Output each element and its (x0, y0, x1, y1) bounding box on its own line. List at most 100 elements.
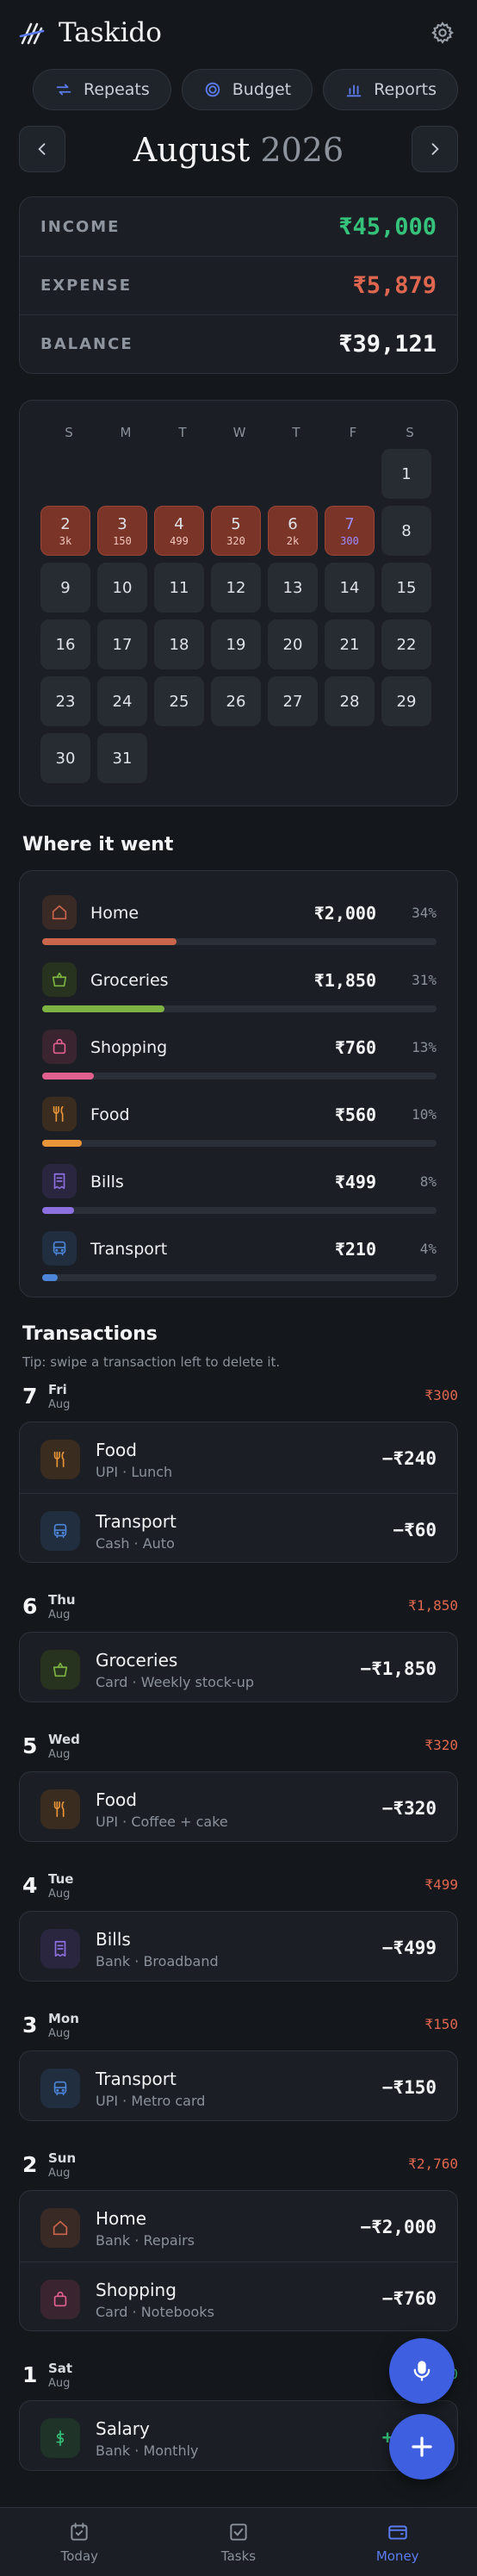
transaction-amount: −₹2,000 (360, 2217, 437, 2237)
day-spend-amount: 150 (113, 534, 132, 547)
calendar-day[interactable]: 20 (268, 619, 318, 669)
nav-money-label: Money (375, 2548, 419, 2564)
calendar-day[interactable]: 27 (268, 676, 318, 726)
calendar-blank (325, 449, 375, 499)
add-transaction-button[interactable] (389, 2414, 455, 2480)
transaction-day-header: 2 Sun Aug ₹2,760 (22, 2150, 458, 2185)
budget-button[interactable]: Budget (181, 69, 313, 110)
category-name: Food (90, 1105, 130, 1124)
nav-today[interactable]: Today (0, 2508, 159, 2576)
calendar-day[interactable]: 31 (97, 733, 147, 783)
calendar-day[interactable]: 19 (211, 619, 261, 669)
day-number: 26 (226, 692, 246, 711)
day-number: 14 (339, 578, 360, 597)
calendar-day[interactable]: 10 (97, 563, 147, 613)
calendar-day[interactable]: 28 (325, 676, 375, 726)
calendar-day[interactable]: 26 (211, 676, 261, 726)
transaction-category: Home (96, 2208, 147, 2229)
calendar-day[interactable]: 22 (381, 619, 431, 669)
calendar-day[interactable]: 14 (325, 563, 375, 613)
day-number: 2 (60, 514, 71, 533)
repeats-button[interactable]: Repeats (32, 69, 171, 110)
weekday-label: W (232, 425, 246, 440)
transaction-row[interactable]: Home Bank · Repairs −₹2,000 (20, 2191, 457, 2262)
calendar-day[interactable]: 25 (154, 676, 204, 726)
category-row[interactable]: Home ₹2,000 34% (42, 893, 437, 954)
transaction-group: Transport UPI · Metro card −₹150 (19, 2050, 458, 2121)
calendar-day[interactable]: 5 320 (211, 506, 261, 556)
category-row[interactable]: Shopping ₹760 13% (42, 1028, 437, 1088)
day-total: ₹300 (424, 1387, 458, 1403)
calendar-day[interactable]: 18 (154, 619, 204, 669)
transaction-row[interactable]: Shopping Card · Notebooks −₹760 (20, 2262, 457, 2332)
category-row[interactable]: Groceries ₹1,850 31% (42, 961, 437, 1021)
day-number: 5 (22, 1733, 38, 1758)
transaction-details: Bank · Broadband (96, 1953, 219, 1969)
category-amount: ₹210 (334, 1239, 376, 1260)
calendar-day[interactable]: 29 (381, 676, 431, 726)
category-bar-track (42, 1207, 437, 1214)
calendar-day[interactable]: 21 (325, 619, 375, 669)
transaction-row[interactable]: Transport Cash · Auto −₹60 (20, 1493, 457, 1564)
calendar-day[interactable]: 3 150 (97, 506, 147, 556)
category-row[interactable]: Food ₹560 10% (42, 1095, 437, 1155)
calendar-day[interactable]: 11 (154, 563, 204, 613)
transaction-day-header: 5 Wed Aug ₹320 (22, 1732, 458, 1766)
transaction-group: Bills Bank · Broadband −₹499 (19, 1911, 458, 1982)
calendar-day[interactable]: 1 (381, 449, 431, 499)
reports-label: Reports (374, 80, 437, 99)
category-percent: 13% (412, 1039, 437, 1055)
category-amount: ₹499 (334, 1172, 376, 1192)
calendar-day[interactable]: 24 (97, 676, 147, 726)
calendar-day[interactable]: 15 (381, 563, 431, 613)
nav-money[interactable]: Money (318, 2508, 477, 2576)
calendar-day[interactable]: 7 300 (325, 506, 375, 556)
day-number: 28 (339, 692, 360, 711)
calendar-day[interactable]: 6 2k (268, 506, 318, 556)
transaction-row[interactable]: Groceries Card · Weekly stock-up −₹1,850 (20, 1633, 457, 1703)
settings-gear-icon[interactable] (431, 21, 455, 45)
budget-icon (205, 82, 220, 97)
category-row[interactable]: Bills ₹499 8% (42, 1162, 437, 1223)
transaction-group: Groceries Card · Weekly stock-up −₹1,850 (19, 1632, 458, 1702)
reports-button[interactable]: Reports (323, 69, 458, 110)
day-number: 30 (55, 749, 76, 768)
checkbox-icon (230, 2523, 247, 2541)
category-bar-fill (42, 1005, 164, 1012)
category-row[interactable]: Transport ₹210 4% (42, 1229, 437, 1290)
day-number: 31 (112, 749, 133, 768)
weekday-header: SMTWTFS (40, 425, 438, 440)
calendar-day[interactable]: 4 499 (154, 506, 204, 556)
transaction-row[interactable]: Bills Bank · Broadband −₹499 (20, 1912, 457, 1982)
day-number: 25 (169, 692, 189, 711)
calendar-day[interactable]: 16 (40, 619, 90, 669)
day-number: 27 (282, 692, 303, 711)
repeats-label: Repeats (83, 80, 150, 99)
transaction-group: Home Bank · Repairs −₹2,000 Shopping Card · … (19, 2190, 458, 2331)
transaction-amount: −₹60 (393, 1520, 437, 1540)
calendar-day[interactable]: 17 (97, 619, 147, 669)
calendar-day[interactable]: 30 (40, 733, 90, 783)
transaction-row[interactable]: Food UPI · Coffee + cake −₹320 (20, 1772, 457, 1843)
income-value: ₹45,000 (338, 213, 437, 240)
rupee-icon (56, 2430, 65, 2447)
next-month-button[interactable] (412, 126, 458, 172)
bus-icon (53, 1523, 67, 1539)
day-number: 7 (344, 514, 355, 533)
calendar-day[interactable]: 8 (381, 506, 431, 556)
calendar-day[interactable]: 12 (211, 563, 261, 613)
category-percent: 4% (419, 1241, 437, 1257)
day-number: 23 (55, 692, 76, 711)
voice-entry-button[interactable] (389, 2338, 455, 2404)
transaction-row[interactable]: Food UPI · Lunch −₹240 (20, 1422, 457, 1493)
calendar-day[interactable]: 13 (268, 563, 318, 613)
app-logo-icon (19, 22, 45, 45)
calendar-day[interactable]: 9 (40, 563, 90, 613)
top-bar: Taskido (0, 0, 477, 67)
weekday-label: T (178, 425, 187, 440)
transaction-row[interactable]: Transport UPI · Metro card −₹150 (20, 2051, 457, 2122)
balance-row: BALANCE ₹39,121 (20, 314, 457, 373)
calendar-day[interactable]: 23 (40, 676, 90, 726)
calendar-day[interactable]: 2 3k (40, 506, 90, 556)
nav-tasks[interactable]: Tasks (159, 2508, 319, 2576)
